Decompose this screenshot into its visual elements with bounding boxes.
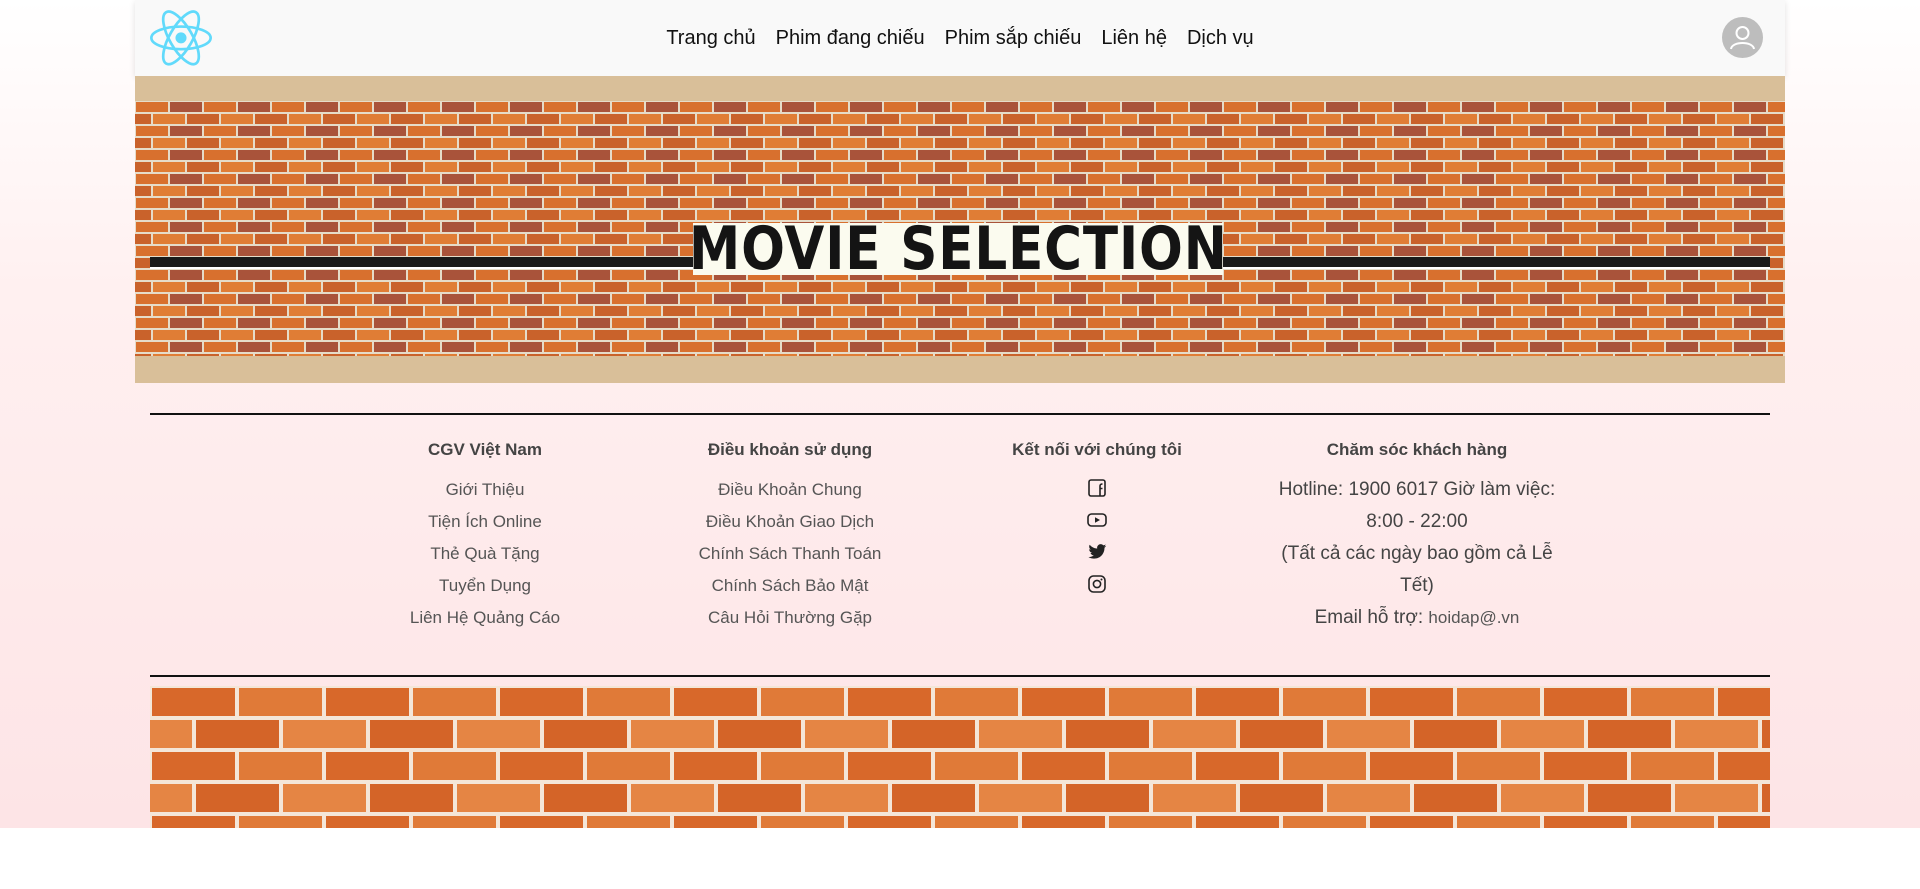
footer-link[interactable]: Chính Sách Bảo Mật — [665, 570, 915, 602]
footer-divider-top — [150, 413, 1770, 415]
twitter-icon[interactable] — [1085, 540, 1109, 564]
support-email: Email hỗ trợ: hoidap@.vn — [1267, 602, 1567, 634]
email-link[interactable]: hoidap@.vn — [1428, 608, 1519, 627]
top-navbar: Trang chủ Phim đang chiếu Phim sắp chiếu… — [135, 0, 1785, 76]
footer-heading: Kết nối với chúng tôi — [1012, 440, 1182, 459]
nav-services[interactable]: Dịch vụ — [1187, 27, 1254, 50]
footer-link[interactable]: Thẻ Quà Tặng — [360, 538, 610, 570]
email-label: Email hỗ trợ: — [1314, 607, 1429, 628]
footer-heading: Chăm sóc khách hàng — [1326, 440, 1508, 459]
footer-divider-bottom — [150, 675, 1770, 677]
footer-link[interactable]: Điều Khoản Chung — [665, 474, 915, 506]
footer-col-terms: Điều khoản sử dụng Điều Khoản Chung Điều… — [665, 440, 915, 634]
social-links — [972, 476, 1222, 596]
nav-now-showing[interactable]: Phim đang chiếu — [776, 27, 925, 50]
working-days-text: (Tất cả các ngày bao gồm cả Lễ Tết) — [1281, 543, 1553, 596]
hotline-text: Hotline: 1900 6017 Giờ làm việc: 8:00 - … — [1278, 479, 1556, 532]
movie-selection-banner: MOVIE SELECTION — [135, 76, 1785, 383]
footer-link[interactable]: Chính Sách Thanh Toán — [665, 538, 915, 570]
footer-heading: CGV Việt Nam — [427, 440, 542, 459]
youtube-icon[interactable] — [1085, 508, 1109, 532]
footer-col-cgv: CGV Việt Nam Giới Thiệu Tiện Ích Online … — [360, 440, 610, 634]
nav-home[interactable]: Trang chủ — [666, 27, 755, 50]
user-avatar-icon[interactable] — [1722, 17, 1763, 58]
footer-link[interactable]: Câu Hỏi Thường Gặp — [665, 602, 915, 634]
footer-link[interactable]: Giới Thiệu — [360, 474, 610, 506]
footer-col-connect: Kết nối với chúng tôi — [972, 440, 1222, 596]
nav-contact[interactable]: Liên hệ — [1101, 27, 1167, 50]
nav-coming-soon[interactable]: Phim sắp chiếu — [945, 27, 1082, 50]
footer-link[interactable]: Liên Hệ Quảng Cáo — [360, 602, 610, 634]
footer-heading: Điều khoản sử dụng — [707, 440, 873, 459]
footer-link[interactable]: Tuyển Dụng — [360, 570, 610, 602]
instagram-icon[interactable] — [1085, 572, 1109, 596]
footer-col-care: Chăm sóc khách hàng Hotline: 1900 6017 G… — [1267, 440, 1567, 634]
main-nav: Trang chủ Phim đang chiếu Phim sắp chiếu… — [135, 0, 1785, 76]
footer-brick-wall-image — [150, 686, 1770, 828]
footer-link[interactable]: Điều Khoản Giao Dịch — [665, 506, 915, 538]
banner-title: MOVIE SELECTION — [688, 214, 1228, 284]
marquee-sign: MOVIE SELECTION — [689, 219, 1227, 279]
footer-link[interactable]: Tiện Ích Online — [360, 506, 610, 538]
facebook-icon[interactable] — [1085, 476, 1109, 500]
